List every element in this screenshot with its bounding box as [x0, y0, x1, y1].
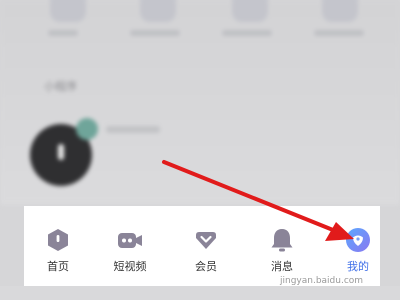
home-icon [48, 229, 68, 251]
top-shortcut-icon [50, 0, 86, 22]
bell-icon [271, 229, 293, 252]
bottom-gesture-area [0, 286, 400, 300]
tab-my[interactable]: 我的 [326, 226, 390, 278]
tab-label: 短视频 [113, 260, 147, 273]
tab-message[interactable]: 消息 [250, 226, 314, 278]
video-camera-icon [118, 233, 142, 248]
my-profile-icon [346, 228, 370, 252]
tab-label: 消息 [271, 260, 293, 273]
top-shortcut-label [222, 30, 272, 36]
top-shortcut-icon [140, 0, 176, 22]
top-shortcut-label [314, 30, 364, 36]
mini-program-name [106, 126, 160, 133]
tab-member[interactable]: 会员 [174, 226, 238, 278]
top-shortcut-label [48, 30, 78, 36]
tab-label: 我的 [347, 260, 369, 273]
top-shortcut-icon [322, 0, 358, 22]
tab-label: 会员 [195, 260, 217, 273]
tab-home[interactable]: 首页 [26, 226, 90, 278]
top-shortcut-icon [232, 0, 268, 22]
background-app-content: 小程序 [0, 0, 400, 205]
top-shortcut-label [130, 30, 180, 36]
tab-label: 首页 [47, 260, 69, 273]
member-icon [196, 232, 216, 249]
tab-short-video[interactable]: 短视频 [98, 226, 162, 278]
bottom-tab-bar: 首页 短视频 会员 消息 我的 [24, 206, 380, 286]
section-title: 小程序 [44, 80, 77, 93]
mini-program-badge [76, 118, 98, 140]
watermark: jingyan.baidu.com [280, 276, 364, 286]
mini-program-glyph [58, 144, 64, 160]
